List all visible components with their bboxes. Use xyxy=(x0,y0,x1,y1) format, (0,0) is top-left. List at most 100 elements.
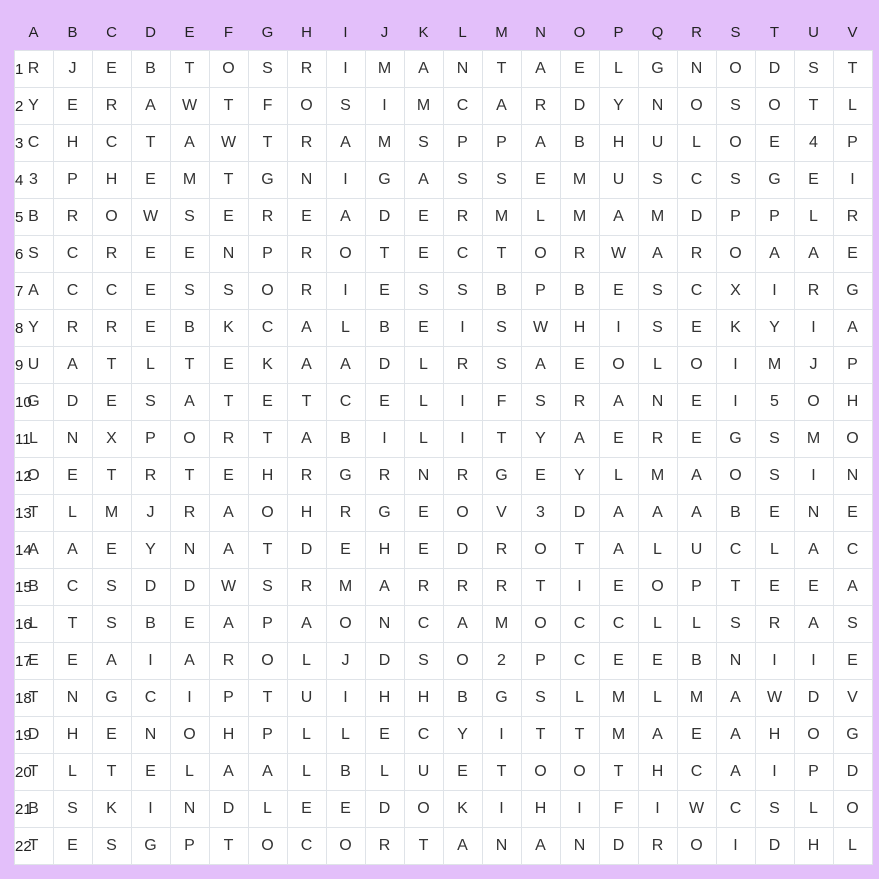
cell-N19[interactable]: T xyxy=(521,717,560,754)
cell-G12[interactable]: H xyxy=(248,458,287,495)
cell-U11[interactable]: M xyxy=(794,421,833,458)
cell-Q14[interactable]: L xyxy=(638,532,677,569)
cell-S13[interactable]: B xyxy=(716,495,755,532)
cell-P17[interactable]: E xyxy=(599,643,638,680)
cell-K5[interactable]: E xyxy=(404,199,443,236)
cell-J14[interactable]: H xyxy=(365,532,404,569)
cell-O20[interactable]: O xyxy=(560,754,599,791)
cell-V21[interactable]: O xyxy=(833,791,872,828)
cell-P5[interactable]: A xyxy=(599,199,638,236)
cell-M7[interactable]: B xyxy=(482,273,521,310)
cell-E12[interactable]: T xyxy=(170,458,209,495)
cell-D15[interactable]: D xyxy=(131,569,170,606)
cell-L9[interactable]: R xyxy=(443,347,482,384)
cell-C19[interactable]: E xyxy=(92,717,131,754)
cell-I8[interactable]: L xyxy=(326,310,365,347)
cell-Q15[interactable]: O xyxy=(638,569,677,606)
cell-B4[interactable]: P xyxy=(53,162,92,199)
cell-O6[interactable]: R xyxy=(560,236,599,273)
cell-B18[interactable]: N xyxy=(53,680,92,717)
cell-D2[interactable]: A xyxy=(131,88,170,125)
cell-T10[interactable]: 5 xyxy=(755,384,794,421)
cell-D18[interactable]: C xyxy=(131,680,170,717)
cell-O10[interactable]: R xyxy=(560,384,599,421)
cell-J1[interactable]: M xyxy=(365,51,404,88)
cell-R21[interactable]: W xyxy=(677,791,716,828)
cell-E5[interactable]: S xyxy=(170,199,209,236)
cell-I17[interactable]: J xyxy=(326,643,365,680)
cell-T2[interactable]: O xyxy=(755,88,794,125)
cell-V19[interactable]: G xyxy=(833,717,872,754)
cell-O7[interactable]: B xyxy=(560,273,599,310)
cell-B11[interactable]: N xyxy=(53,421,92,458)
cell-V2[interactable]: L xyxy=(833,88,872,125)
cell-T5[interactable]: P xyxy=(755,199,794,236)
cell-G3[interactable]: T xyxy=(248,125,287,162)
cell-V14[interactable]: C xyxy=(833,532,872,569)
cell-N21[interactable]: H xyxy=(521,791,560,828)
cell-H5[interactable]: E xyxy=(287,199,326,236)
cell-R1[interactable]: N xyxy=(677,51,716,88)
cell-F5[interactable]: E xyxy=(209,199,248,236)
cell-F8[interactable]: K xyxy=(209,310,248,347)
cell-E7[interactable]: S xyxy=(170,273,209,310)
cell-R20[interactable]: C xyxy=(677,754,716,791)
cell-V13[interactable]: E xyxy=(833,495,872,532)
cell-I4[interactable]: I xyxy=(326,162,365,199)
cell-O16[interactable]: C xyxy=(560,606,599,643)
cell-S4[interactable]: S xyxy=(716,162,755,199)
cell-O22[interactable]: N xyxy=(560,828,599,865)
cell-L10[interactable]: I xyxy=(443,384,482,421)
cell-M12[interactable]: G xyxy=(482,458,521,495)
cell-K3[interactable]: S xyxy=(404,125,443,162)
cell-E9[interactable]: T xyxy=(170,347,209,384)
cell-H13[interactable]: H xyxy=(287,495,326,532)
cell-I13[interactable]: R xyxy=(326,495,365,532)
cell-O12[interactable]: Y xyxy=(560,458,599,495)
cell-S9[interactable]: I xyxy=(716,347,755,384)
cell-S22[interactable]: I xyxy=(716,828,755,865)
cell-P13[interactable]: A xyxy=(599,495,638,532)
cell-I14[interactable]: E xyxy=(326,532,365,569)
cell-E13[interactable]: R xyxy=(170,495,209,532)
cell-R11[interactable]: E xyxy=(677,421,716,458)
cell-F14[interactable]: A xyxy=(209,532,248,569)
cell-L4[interactable]: S xyxy=(443,162,482,199)
cell-J10[interactable]: E xyxy=(365,384,404,421)
cell-D9[interactable]: L xyxy=(131,347,170,384)
cell-G11[interactable]: T xyxy=(248,421,287,458)
cell-R5[interactable]: D xyxy=(677,199,716,236)
cell-M18[interactable]: G xyxy=(482,680,521,717)
cell-I3[interactable]: A xyxy=(326,125,365,162)
cell-U1[interactable]: S xyxy=(794,51,833,88)
cell-T22[interactable]: D xyxy=(755,828,794,865)
cell-T21[interactable]: S xyxy=(755,791,794,828)
cell-U14[interactable]: A xyxy=(794,532,833,569)
cell-N12[interactable]: E xyxy=(521,458,560,495)
cell-J3[interactable]: M xyxy=(365,125,404,162)
cell-I19[interactable]: L xyxy=(326,717,365,754)
cell-S10[interactable]: I xyxy=(716,384,755,421)
cell-F12[interactable]: E xyxy=(209,458,248,495)
cell-U12[interactable]: I xyxy=(794,458,833,495)
cell-I20[interactable]: B xyxy=(326,754,365,791)
cell-S15[interactable]: T xyxy=(716,569,755,606)
cell-B14[interactable]: A xyxy=(53,532,92,569)
cell-E11[interactable]: O xyxy=(170,421,209,458)
cell-D22[interactable]: G xyxy=(131,828,170,865)
cell-U10[interactable]: O xyxy=(794,384,833,421)
cell-D19[interactable]: N xyxy=(131,717,170,754)
cell-K18[interactable]: H xyxy=(404,680,443,717)
cell-S1[interactable]: O xyxy=(716,51,755,88)
cell-K13[interactable]: E xyxy=(404,495,443,532)
cell-N17[interactable]: P xyxy=(521,643,560,680)
cell-G7[interactable]: O xyxy=(248,273,287,310)
cell-M4[interactable]: S xyxy=(482,162,521,199)
cell-L21[interactable]: K xyxy=(443,791,482,828)
cell-M15[interactable]: R xyxy=(482,569,521,606)
cell-S2[interactable]: S xyxy=(716,88,755,125)
cell-L3[interactable]: P xyxy=(443,125,482,162)
cell-T8[interactable]: Y xyxy=(755,310,794,347)
cell-G14[interactable]: T xyxy=(248,532,287,569)
cell-S5[interactable]: P xyxy=(716,199,755,236)
